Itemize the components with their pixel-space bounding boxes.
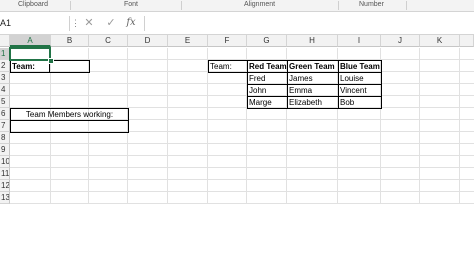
ribbon-group-labels: Clipboard Font Alignment Number	[0, 0, 474, 12]
row-header-7[interactable]: 7	[0, 120, 10, 132]
gridline	[10, 95, 474, 96]
row-header-2[interactable]: 2	[0, 60, 10, 72]
table-header-red-team[interactable]: Red Team	[249, 61, 287, 73]
table-header-blue-team[interactable]: Blue Team	[340, 61, 380, 73]
column-header-e[interactable]: E	[168, 35, 208, 47]
cell-g5[interactable]: Marge	[249, 97, 272, 109]
column-header-c[interactable]: C	[89, 35, 128, 47]
gridline	[10, 143, 474, 144]
row-header-9[interactable]: 9	[0, 144, 10, 156]
formula-input[interactable]	[144, 16, 474, 31]
gridline	[10, 167, 474, 168]
row-header-10[interactable]: 10	[0, 156, 10, 168]
column-header-k[interactable]: K	[420, 35, 460, 47]
more-options-icon[interactable]: ⋮	[71, 17, 80, 29]
cell-a2[interactable]: Team:	[12, 61, 35, 73]
column-header-a[interactable]: A	[10, 35, 51, 47]
row-header-13[interactable]: 13	[0, 192, 10, 204]
column-header-f[interactable]: F	[208, 35, 247, 47]
gridline	[10, 203, 474, 204]
cell-g3[interactable]: Fred	[249, 73, 265, 85]
cell-a5[interactable]: Team Members working:	[10, 109, 129, 121]
name-box-separator	[69, 16, 70, 31]
row-header-11[interactable]: 11	[0, 168, 10, 180]
cell-h3[interactable]: James	[289, 73, 313, 85]
row-header-6[interactable]: 6	[0, 108, 10, 120]
cell-h4[interactable]: Emma	[289, 85, 312, 97]
gridline	[10, 179, 474, 180]
name-box[interactable]: A1	[0, 16, 66, 31]
gridline	[10, 191, 474, 192]
cell-i3[interactable]: Louise	[340, 73, 364, 85]
cell-g4[interactable]: John	[249, 85, 266, 97]
column-header-b[interactable]: B	[51, 35, 89, 47]
cancel-icon[interactable]: ✕	[82, 16, 96, 30]
column-header-h[interactable]: H	[287, 35, 338, 47]
ribbon-group-number[interactable]: Number	[359, 0, 384, 11]
ribbon-group-alignment[interactable]: Alignment	[244, 0, 275, 11]
formula-bar: A1 ⋮ ✕ ✓ fx	[0, 12, 474, 35]
row-header-4[interactable]: 4	[0, 84, 10, 96]
active-cell-a1[interactable]	[9, 47, 51, 61]
row-header-3[interactable]: 3	[0, 72, 10, 84]
column-header-i[interactable]: I	[338, 35, 381, 47]
fill-handle[interactable]	[48, 58, 54, 64]
row-header-8[interactable]: 8	[0, 132, 10, 144]
gridline	[10, 83, 474, 84]
cell-i5[interactable]: Bob	[340, 97, 354, 109]
cell-h5[interactable]: Elizabeth	[289, 97, 322, 109]
enter-icon[interactable]: ✓	[104, 16, 118, 30]
column-header-g[interactable]: G	[247, 35, 287, 47]
ribbon-separator	[406, 1, 407, 10]
ribbon-separator	[338, 1, 339, 10]
ribbon-group-font[interactable]: Font	[124, 0, 138, 11]
cell-i4[interactable]: Vincent	[340, 85, 367, 97]
ribbon-separator	[70, 1, 71, 10]
column-header-l[interactable]	[460, 35, 474, 47]
column-header-j[interactable]: J	[381, 35, 420, 47]
row-header-5[interactable]: 5	[0, 96, 10, 108]
ribbon-separator	[181, 1, 182, 10]
table-header-green-team[interactable]: Green Team	[289, 61, 335, 73]
select-all-corner[interactable]	[0, 35, 10, 47]
column-header-d[interactable]: D	[128, 35, 168, 47]
insert-function-icon[interactable]: fx	[124, 16, 138, 30]
gridline	[10, 155, 474, 156]
row-header-12[interactable]: 12	[0, 180, 10, 192]
cell-f2[interactable]: Team:	[210, 61, 232, 73]
ribbon-group-clipboard[interactable]: Clipboard	[18, 0, 48, 11]
